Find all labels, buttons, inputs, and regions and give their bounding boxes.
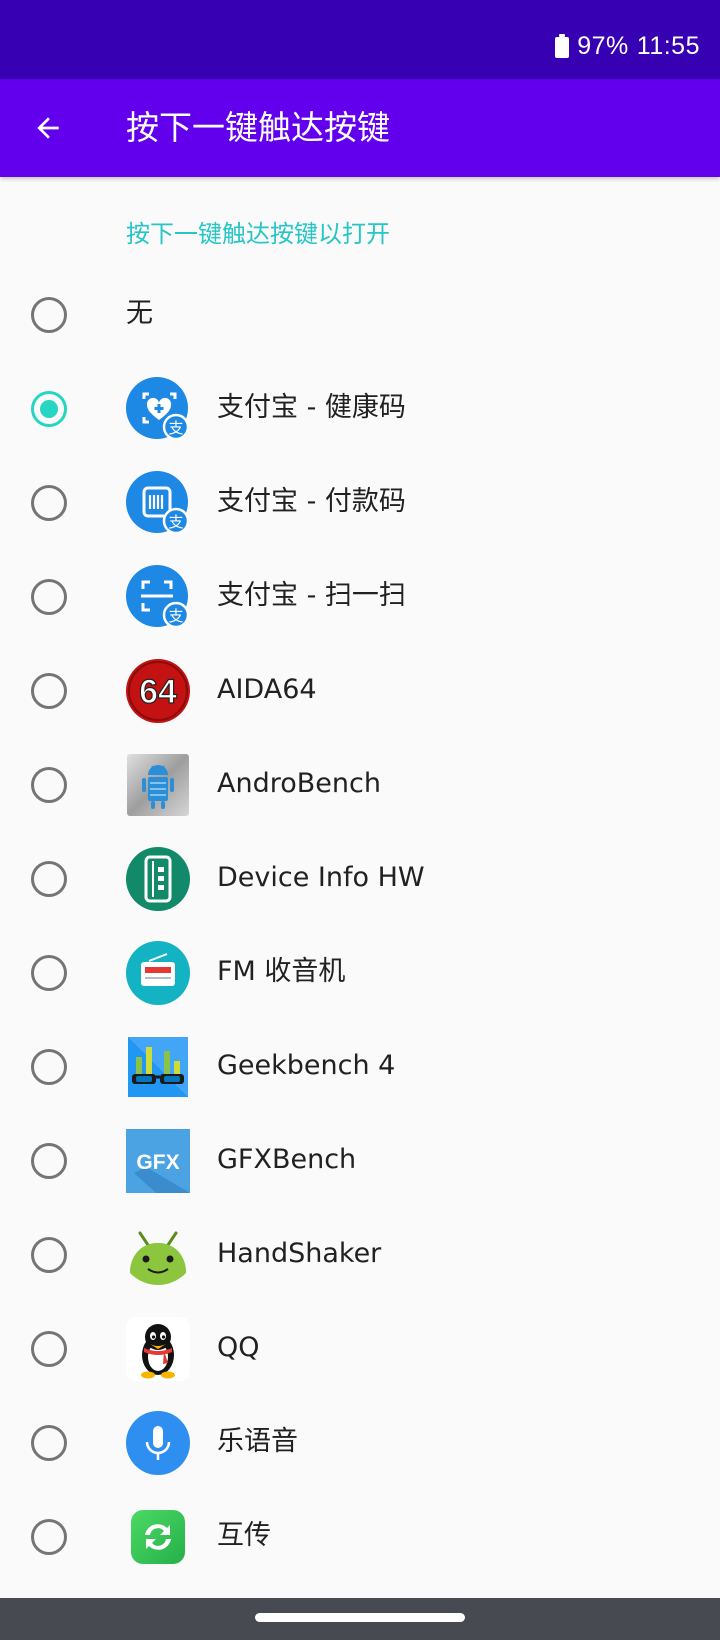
radio-button[interactable] [31,297,67,333]
option-alipay-payment-code[interactable]: 支 支付宝 - 付款码 [0,455,720,549]
alipay-payment-code-icon: 支 [126,471,190,535]
option-label: 无 [126,298,153,329]
option-label: HandShaker [217,1238,382,1269]
radio-button[interactable] [31,1237,67,1273]
option-hu-chuan[interactable]: 互传 [0,1489,720,1583]
option-label: Geekbench 4 [217,1050,396,1081]
radio-button[interactable] [31,861,67,897]
svg-text:支: 支 [168,419,183,437]
option-androbench[interactable]: AndroBench [0,737,720,831]
navigation-bar [0,1598,720,1640]
option-device-info-hw[interactable]: Device Info HW [0,831,720,925]
svg-text:支: 支 [168,607,183,625]
option-label: FM 收音机 [217,956,346,987]
option-label: 互传 [217,1520,271,1551]
radio-button-selected[interactable] [31,391,67,427]
option-label: AndroBench [217,768,381,799]
option-label: QQ [217,1332,260,1363]
option-gfxbench[interactable]: GFX GFXBench [0,1113,720,1207]
option-label: 支付宝 - 付款码 [217,486,406,517]
handshaker-icon [130,1231,186,1285]
option-label: 支付宝 - 健康码 [217,392,406,423]
androbench-icon [127,754,189,816]
radio-button[interactable] [31,955,67,991]
radio-button[interactable] [31,1049,67,1085]
app-option-list: 无 支 支付宝 - 健康码 支 支付宝 - 付款码 支 支付宝 - 扫一扫 64… [0,0,720,1598]
geekbench-icon [128,1037,188,1097]
qq-icon [126,1317,190,1381]
radio-button[interactable] [31,767,67,803]
option-aida64[interactable]: 64 AIDA64 [0,643,720,737]
svg-text:支: 支 [168,513,183,531]
radio-button[interactable] [31,673,67,709]
le-voice-icon [126,1411,190,1475]
option-none[interactable]: 无 [0,267,720,361]
option-label: AIDA64 [217,674,317,705]
alipay-health-code-icon: 支 [126,377,190,441]
option-handshaker[interactable]: HandShaker [0,1207,720,1301]
option-fm-radio[interactable]: FM 收音机 [0,925,720,1019]
radio-button[interactable] [31,1519,67,1555]
svg-text:GFX: GFX [136,1151,179,1174]
option-qq[interactable]: QQ [0,1301,720,1395]
home-gesture-handle[interactable] [255,1613,465,1622]
option-label: GFXBench [217,1144,357,1175]
option-le-voice[interactable]: 乐语音 [0,1395,720,1489]
option-label: 乐语音 [217,1426,298,1457]
alipay-scan-icon: 支 [126,565,190,629]
svg-text:64: 64 [139,673,177,711]
radio-button[interactable] [31,485,67,521]
device-info-hw-icon [126,847,190,911]
hu-chuan-icon [131,1510,185,1564]
gfxbench-icon: GFX [126,1129,190,1193]
radio-button[interactable] [31,1425,67,1461]
radio-button[interactable] [31,1143,67,1179]
radio-button[interactable] [31,1331,67,1367]
option-label: Device Info HW [217,862,425,893]
radio-button[interactable] [31,579,67,615]
option-label: 支付宝 - 扫一扫 [217,580,406,611]
option-geekbench[interactable]: Geekbench 4 [0,1019,720,1113]
fm-radio-icon [126,941,190,1005]
aida64-icon: 64 [126,659,190,723]
option-alipay-health-code[interactable]: 支 支付宝 - 健康码 [0,361,720,455]
option-alipay-scan[interactable]: 支 支付宝 - 扫一扫 [0,549,720,643]
